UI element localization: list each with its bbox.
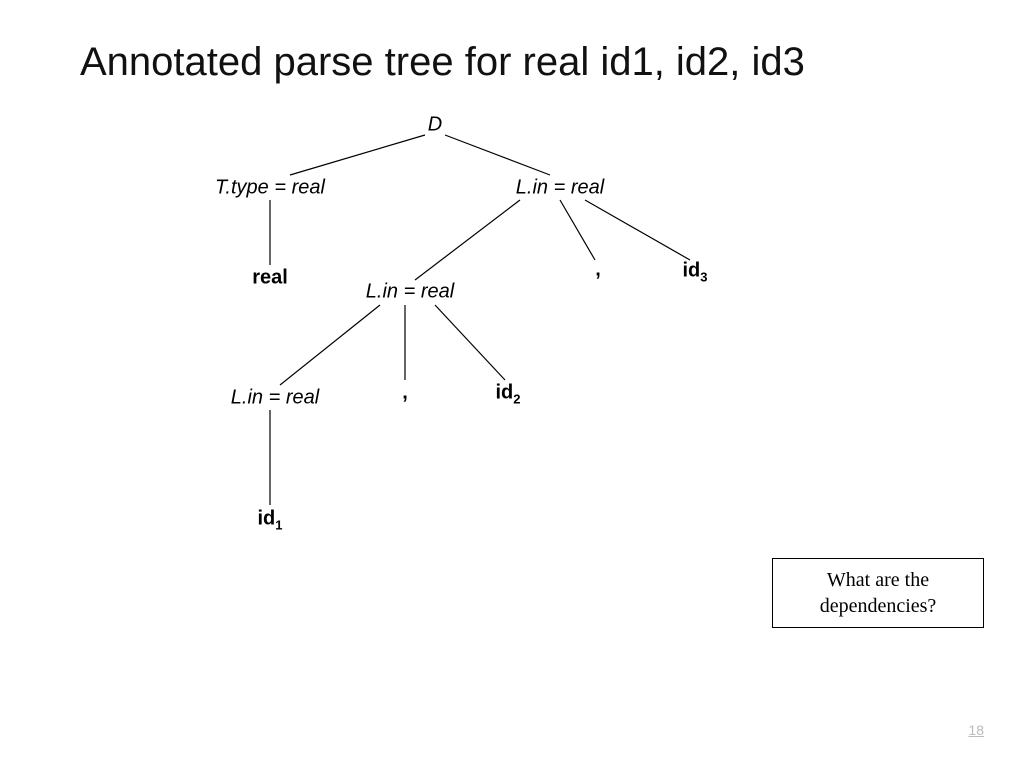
page-number: 18 — [968, 722, 984, 738]
node-T-type: T.type = real — [215, 177, 325, 200]
node-L3: L.in = real — [231, 387, 319, 410]
slide: Annotated parse tree for real id1, id2, … — [0, 0, 1024, 768]
node-id3: id3 — [682, 260, 707, 285]
slide-title: Annotated parse tree for real id1, id2, … — [80, 40, 805, 85]
question-box: What are the dependencies? — [772, 558, 984, 628]
node-comma1: , — [595, 259, 601, 282]
node-comma2: , — [402, 382, 408, 405]
node-L1: L.in = real — [516, 177, 604, 200]
node-id2: id2 — [495, 382, 520, 407]
node-id1: id1 — [257, 508, 282, 533]
parse-tree: D T.type = real L.in = real real L.in = … — [160, 110, 760, 590]
node-L2: L.in = real — [366, 281, 454, 304]
node-D: D — [428, 114, 442, 137]
node-real: real — [252, 267, 288, 290]
